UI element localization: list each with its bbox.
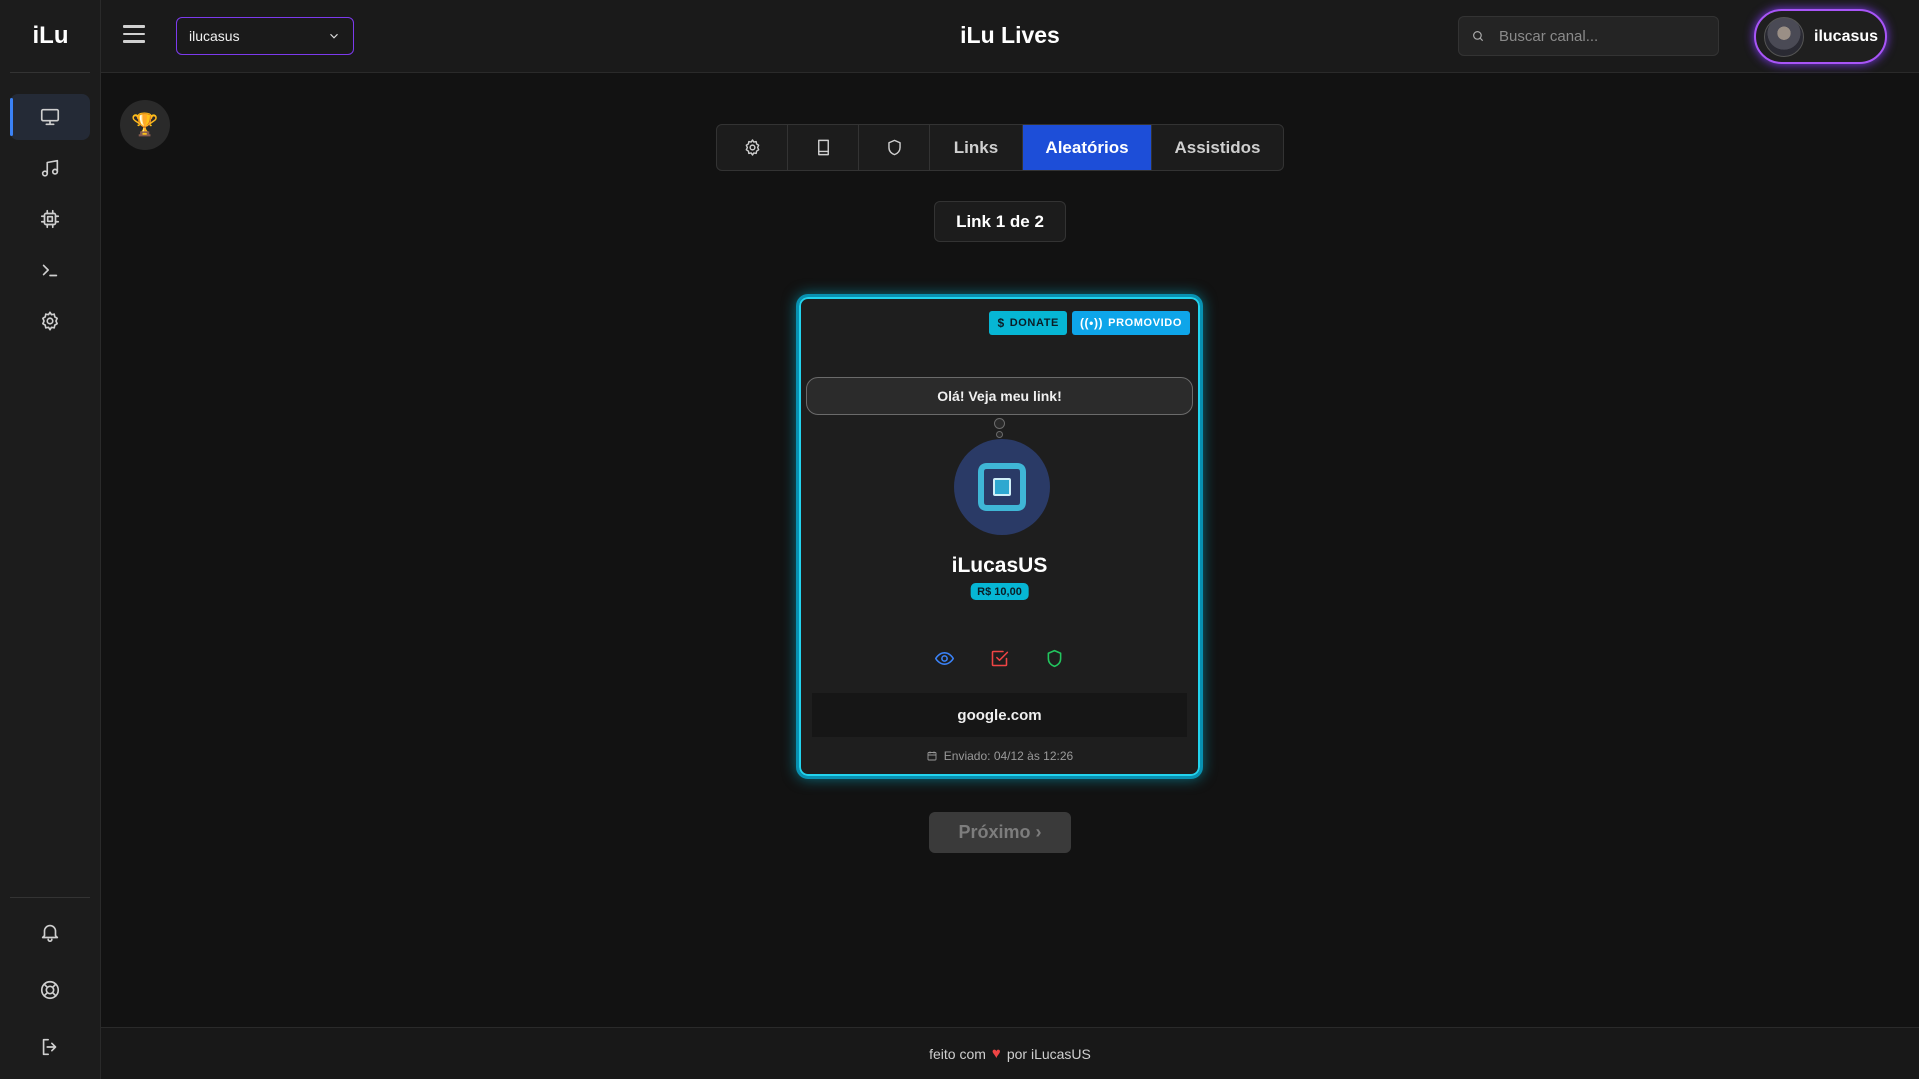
music-icon	[41, 159, 59, 177]
monitor-icon	[40, 108, 60, 126]
user-menu-button[interactable]: ilucasus	[1754, 9, 1887, 64]
view-button[interactable]	[934, 647, 956, 669]
chevron-down-icon	[330, 33, 338, 39]
menu-toggle-button[interactable]	[123, 25, 145, 45]
donate-badge: $ DONATE	[989, 311, 1067, 335]
card-actions	[799, 647, 1200, 669]
tab-shield[interactable]	[859, 125, 930, 170]
sidebar: iLu	[0, 0, 101, 1079]
notifications-button[interactable]	[10, 909, 90, 955]
footer-text-after: por iLucasUS	[1006, 1045, 1091, 1062]
calendar-icon	[927, 751, 937, 761]
sidebar-item-chip[interactable]	[10, 196, 90, 242]
sidebar-divider	[10, 72, 90, 73]
link-url[interactable]: google.com	[812, 693, 1187, 737]
approve-button[interactable]	[1044, 647, 1066, 669]
broadcast-icon: ((•))	[1079, 316, 1104, 330]
dollar-icon: $	[997, 316, 1005, 330]
terminal-icon	[42, 264, 58, 277]
tab-links[interactable]: Links	[930, 125, 1023, 170]
promoted-badge: ((•)) PROMOVIDO	[1071, 311, 1190, 335]
logout-icon	[42, 1038, 57, 1056]
sent-timestamp: Enviado: 04/12 às 12:26	[799, 749, 1200, 763]
lifebuoy-icon	[40, 980, 60, 1000]
trophy-icon: 🏆	[131, 112, 159, 137]
sidebar-item-terminal[interactable]	[10, 247, 90, 293]
footer-text-before: feito com	[929, 1045, 986, 1062]
channel-select[interactable]: ilucasus	[176, 17, 354, 55]
sidebar-item-music[interactable]	[10, 145, 90, 191]
sidebar-item-settings[interactable]	[10, 298, 90, 344]
message-bubble: Olá! Veja meu link!	[806, 377, 1193, 415]
tab-bar: Links Aleatórios Assistidos	[716, 124, 1284, 171]
eye-icon	[934, 651, 955, 665]
user-name: ilucasus	[1814, 27, 1879, 45]
ranking-button[interactable]: 🏆	[120, 100, 170, 150]
channel-logo-icon	[978, 463, 1026, 511]
support-button[interactable]	[10, 967, 90, 1013]
card-badges: $ DONATE ((•)) PROMOVIDO	[989, 311, 1190, 335]
tab-settings[interactable]	[717, 125, 788, 170]
tab-aleatorios[interactable]: Aleatórios	[1023, 125, 1152, 170]
channel-name: iLucasUS	[951, 554, 1048, 577]
sidebar-divider	[10, 897, 90, 898]
footer: feito com ♥ por iLucasUS	[101, 1027, 1919, 1079]
sidebar-item-lives[interactable]	[10, 94, 90, 140]
shield-icon	[1047, 649, 1062, 667]
link-counter: Link 1 de 2	[934, 201, 1066, 242]
bubble-tail-dot	[996, 431, 1003, 438]
gear-icon	[745, 139, 759, 156]
tab-assistidos[interactable]: Assistidos	[1152, 125, 1283, 170]
chip-icon	[40, 209, 60, 229]
shield-icon	[887, 139, 901, 156]
channel-logo	[954, 439, 1050, 535]
search-icon	[1473, 31, 1484, 42]
bell-icon	[41, 924, 59, 942]
search-box[interactable]	[1458, 16, 1719, 56]
top-bar: ilucasus iLu Lives ilucasus	[101, 0, 1919, 73]
check-square-icon	[991, 650, 1009, 666]
heart-icon: ♥	[991, 1045, 1001, 1062]
book-icon	[817, 139, 829, 156]
promoted-badge-label: PROMOVIDO	[1108, 317, 1182, 329]
gear-icon	[42, 311, 58, 331]
bubble-tail-dot	[994, 418, 1005, 429]
hamburger-icon	[123, 25, 145, 28]
search-input[interactable]	[1499, 27, 1699, 45]
next-button[interactable]: Próximo ›	[929, 812, 1071, 853]
donate-badge-label: DONATE	[1009, 317, 1059, 329]
logout-button[interactable]	[10, 1024, 90, 1070]
channel-select-value: ilucasus	[189, 28, 240, 44]
link-card: $ DONATE ((•)) PROMOVIDO Olá! Veja meu l…	[796, 294, 1203, 779]
sent-text: Enviado: 04/12 às 12:26	[943, 749, 1074, 763]
donation-amount: R$ 10,00	[970, 583, 1029, 600]
tab-book[interactable]	[788, 125, 859, 170]
app-logo[interactable]: iLu	[0, 22, 101, 50]
avatar	[1764, 16, 1804, 57]
mark-watched-button[interactable]	[989, 647, 1011, 669]
